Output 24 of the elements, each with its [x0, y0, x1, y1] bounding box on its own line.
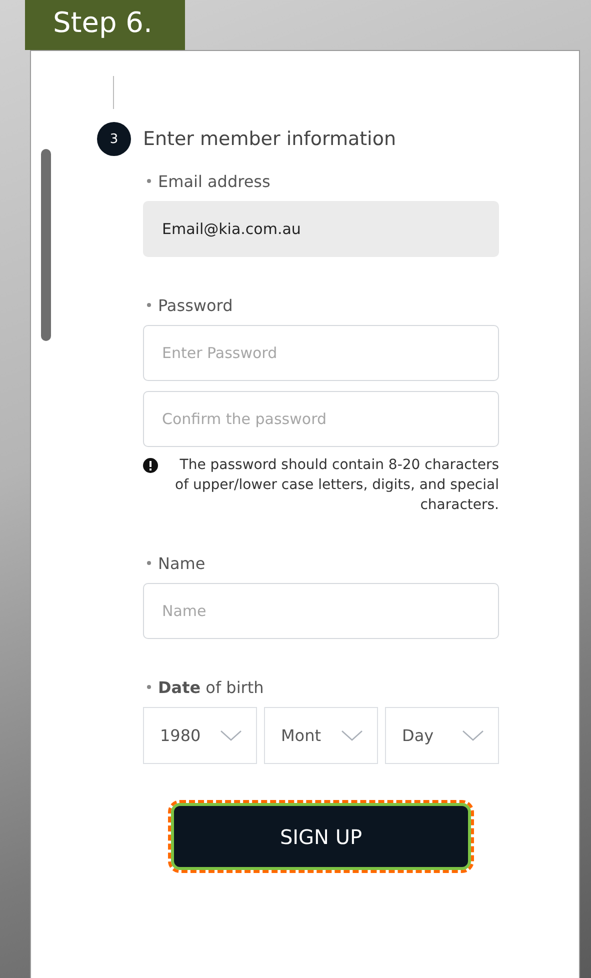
- dropdown[interactable]: Mont: [264, 707, 378, 764]
- field-label: Name: [158, 554, 206, 572]
- scrollbar[interactable]: [41, 149, 51, 341]
- chevron-down-icon: [220, 730, 242, 742]
- field-label: Date of birth: [158, 678, 264, 696]
- password-hint: The password should contain 8-20 characters of upper/lower case letters, digits, and special characters.: [174, 456, 499, 515]
- dropdown[interactable]: 1980: [143, 707, 257, 764]
- info-icon: [143, 458, 158, 473]
- field-label: Email address: [158, 172, 270, 190]
- step-label: Step 6.: [25, 0, 185, 50]
- bullet-icon: [147, 561, 151, 565]
- input-field[interactable]: Confirm the password: [143, 391, 499, 447]
- bullet-icon: [147, 179, 151, 183]
- chevron-down-icon: [341, 730, 363, 742]
- bullet-icon: [147, 685, 151, 689]
- sign-up-button[interactable]: SIGN UP: [171, 803, 471, 870]
- step-number-badge: 3: [97, 122, 131, 156]
- dropdown[interactable]: Day: [385, 707, 499, 764]
- input-field[interactable]: Enter Password: [143, 325, 499, 381]
- field-label: Password: [158, 296, 233, 314]
- step-title: Enter member information: [143, 128, 396, 150]
- bullet-icon: [147, 303, 151, 307]
- chevron-down-icon: [462, 730, 484, 742]
- input-field[interactable]: Name: [143, 583, 499, 639]
